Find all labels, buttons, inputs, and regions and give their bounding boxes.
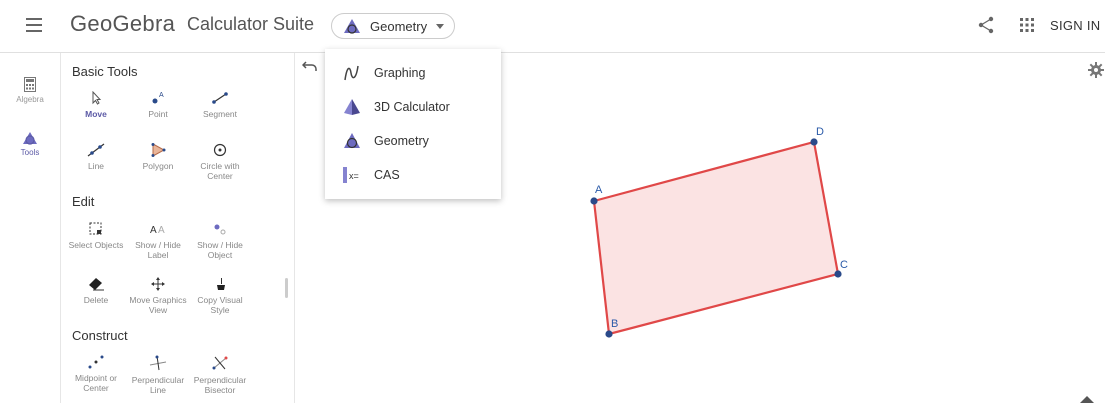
geometry-icon — [344, 19, 360, 34]
polygon-ABCD[interactable] — [592, 140, 840, 336]
section-title-basic-tools: Basic Tools — [72, 64, 138, 79]
tool-label: Show / Hide Label — [135, 240, 181, 260]
perpendicular-line-icon — [149, 355, 167, 371]
tool-segment[interactable]: Segment — [187, 91, 253, 119]
tool-label: Polygon — [142, 161, 174, 171]
select-objects-icon — [89, 222, 102, 235]
menu-item-label: Geometry — [374, 134, 429, 148]
menu-item-label: 3D Calculator — [374, 100, 450, 114]
tool-label: Copy Visual Style — [197, 295, 243, 315]
tool-midpoint-or-center[interactable]: Midpoint or Center — [63, 355, 129, 393]
tool-label: Circle with Center — [200, 161, 240, 181]
point-label-B: B — [611, 318, 618, 330]
chevron-down-icon — [436, 24, 444, 29]
apps-grid-icon[interactable] — [1020, 18, 1034, 32]
left-rail: Algebra Tools — [0, 53, 61, 403]
menu-item-cas[interactable]: x= CAS — [325, 158, 501, 192]
menu-item-label: CAS — [374, 168, 400, 182]
point-label-C: C — [840, 259, 848, 271]
app-dropdown-menu: Graphing 3D Calculator Geometry x= CAS — [325, 49, 501, 199]
point-icon: A — [152, 92, 164, 104]
tool-label: Point — [148, 109, 168, 119]
point-D[interactable] — [810, 138, 818, 146]
tool-perpendicular-bisector[interactable]: Perpendicular Bisector — [187, 355, 253, 395]
section-title-construct: Construct — [72, 328, 128, 343]
rail-item-tools[interactable]: Tools — [0, 131, 60, 157]
tool-copy-visual-style[interactable]: Copy Visual Style — [187, 277, 253, 315]
point-A[interactable] — [590, 197, 598, 205]
point-label-A: A — [595, 184, 603, 196]
menu-item-label: Graphing — [374, 66, 426, 80]
show-hide-object-icon — [214, 224, 226, 235]
menu-item-graphing[interactable]: Graphing — [325, 56, 501, 90]
rail-item-algebra[interactable]: Algebra — [0, 77, 60, 104]
app-logo[interactable]: GeoGebra — [70, 11, 175, 37]
circle-with-center-icon — [213, 143, 227, 157]
point-C[interactable] — [834, 270, 842, 278]
eraser-icon — [89, 278, 104, 291]
tool-select-objects[interactable]: Select Objects — [63, 222, 129, 250]
tools-panel: Basic Tools Move A Point Segment Line Po… — [61, 53, 295, 403]
tool-label: Select Objects — [68, 240, 124, 250]
tool-perpendicular-line[interactable]: Perpendicular Line — [125, 355, 191, 395]
app-selector-dropdown[interactable]: Geometry — [331, 13, 455, 39]
tool-delete[interactable]: Delete — [63, 277, 129, 305]
page-title: Calculator Suite — [187, 14, 315, 34]
undo-icon[interactable] — [302, 60, 318, 72]
rail-item-label: Tools — [20, 148, 40, 157]
perpendicular-bisector-icon — [212, 356, 228, 370]
menu-item-3d-calculator[interactable]: 3D Calculator — [325, 90, 501, 124]
tool-move-graphics-view[interactable]: Move Graphics View — [125, 277, 191, 315]
segment-icon — [212, 92, 228, 104]
point-label-D: D — [816, 126, 824, 138]
svg-text:A: A — [158, 225, 165, 236]
tool-show-hide-object[interactable]: Show / Hide Object — [187, 222, 253, 260]
share-icon[interactable] — [978, 16, 994, 34]
sign-in-button[interactable]: SIGN IN — [1050, 18, 1101, 33]
tool-label: Line — [87, 161, 105, 171]
rail-item-label: Algebra — [16, 95, 44, 104]
tool-line[interactable]: Line — [63, 143, 129, 171]
app-selector-label: Geometry — [370, 19, 428, 34]
tool-show-hide-label[interactable]: AA Show / Hide Label — [125, 222, 191, 260]
tool-polygon[interactable]: Polygon — [125, 143, 191, 171]
paintbrush-icon — [217, 278, 225, 290]
polygon-icon — [151, 143, 166, 157]
point-B[interactable] — [605, 330, 613, 338]
tools-icon — [23, 132, 37, 145]
move-graphics-view-icon — [151, 277, 165, 291]
midpoint-icon — [88, 355, 104, 369]
svg-text:x=: x= — [349, 171, 359, 181]
tool-label: Midpoint or Center — [74, 373, 118, 393]
calculator-icon — [24, 77, 36, 92]
tool-label: Show / Hide Object — [197, 240, 243, 260]
geometry-icon — [344, 133, 360, 149]
move-icon — [92, 91, 102, 105]
3d-calculator-icon — [344, 99, 360, 115]
svg-text:A: A — [159, 92, 164, 99]
gear-icon[interactable] — [1088, 62, 1104, 78]
tools-panel-scrollbar[interactable] — [285, 278, 288, 298]
section-title-edit: Edit — [72, 194, 95, 209]
tool-move[interactable]: Move — [63, 91, 129, 119]
svg-text:A: A — [150, 225, 157, 236]
tool-label: Move — [85, 109, 107, 119]
tool-label: Delete — [83, 295, 109, 305]
tool-point[interactable]: A Point — [125, 91, 191, 119]
chevron-up-icon[interactable] — [1080, 396, 1094, 403]
tool-label: Perpendicular Bisector — [193, 375, 247, 395]
tool-label: Segment — [202, 109, 238, 119]
graphing-icon — [344, 65, 359, 81]
show-hide-label-icon: AA — [150, 225, 165, 236]
menu-item-geometry[interactable]: Geometry — [325, 124, 501, 158]
line-icon — [87, 143, 105, 157]
app-header: GeoGebra Calculator Suite Geometry SIGN … — [0, 0, 1105, 53]
tool-label: Perpendicular Line — [131, 375, 185, 395]
tool-circle-with-center[interactable]: Circle with Center — [187, 143, 253, 181]
cas-icon: x= — [343, 167, 359, 183]
tool-label: Move Graphics View — [129, 295, 187, 315]
menu-icon[interactable] — [26, 18, 42, 32]
